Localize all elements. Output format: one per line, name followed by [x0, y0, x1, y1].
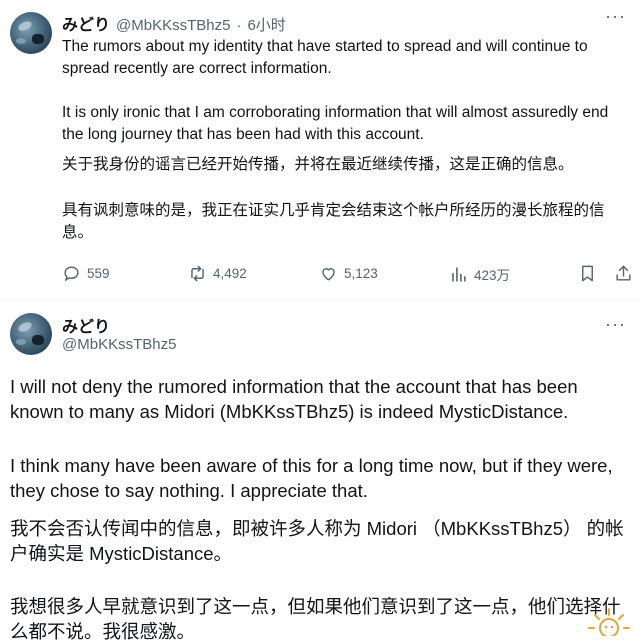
tweet-text-en-1: I will not deny the rumored information … [10, 376, 578, 422]
like-count: 5,123 [344, 266, 378, 281]
share-button[interactable] [614, 264, 633, 283]
bookmark-icon [582, 265, 593, 282]
more-options-icon[interactable]: ··· [605, 6, 626, 27]
views-button[interactable]: 423万 [449, 264, 510, 284]
separator-dot: · [236, 17, 242, 34]
view-count: 423万 [474, 268, 511, 283]
tweet-text-zh-2: 我想很多人早就意识到了这一点，但如果他们意识到了这一点，他们选择什么都不说。我很… [10, 596, 621, 642]
avatar[interactable] [10, 12, 52, 54]
tweet-text-zh-2: 具有讽刺意味的是，我正在证实几乎肯定会结束这个帐户所经历的漫长旅程的信息。 [62, 202, 605, 241]
avatar[interactable] [10, 313, 52, 355]
reply-icon [64, 266, 79, 282]
user-handle[interactable]: @MbKKssTBhz5 [116, 17, 230, 34]
tweet-header: みどり @MbKKssTBhz5 · 6小时 [62, 11, 286, 35]
sun-watermark-icon [588, 608, 630, 636]
more-options-icon[interactable]: ··· [605, 314, 626, 335]
tweet-text-zh-1: 关于我身份的谣言已经开始传播，并将在最近继续传播，这是正确的信息。 [62, 156, 574, 173]
tweet-divider [0, 300, 640, 301]
views-icon [452, 266, 466, 282]
like-icon [322, 268, 335, 281]
user-handle[interactable]: @MbKKssTBhz5 [62, 336, 176, 353]
tweet-text-en-2: It is only ironic that I am corroboratin… [62, 104, 609, 143]
share-icon [616, 265, 631, 281]
repost-icon [191, 265, 204, 282]
tweet-text-en-1: The rumors about my identity that have s… [62, 38, 588, 77]
display-name[interactable]: みどり [62, 11, 110, 35]
bookmark-button[interactable] [578, 264, 597, 283]
reply-button[interactable]: 559 [62, 264, 110, 283]
reply-count: 559 [87, 266, 110, 281]
timestamp[interactable]: 6小时 [247, 14, 285, 35]
tweet-text-zh-1: 我不会否认传闻中的信息，即被许多人称为 Midori （MbKKssTBhz5）… [10, 518, 624, 564]
display-name[interactable]: みどり [62, 313, 110, 337]
tweet-text-en-2: I think many have been aware of this for… [10, 455, 613, 501]
repost-count: 4,492 [213, 266, 247, 281]
like-button[interactable]: 5,123 [319, 264, 378, 283]
repost-button[interactable]: 4,492 [188, 264, 247, 283]
